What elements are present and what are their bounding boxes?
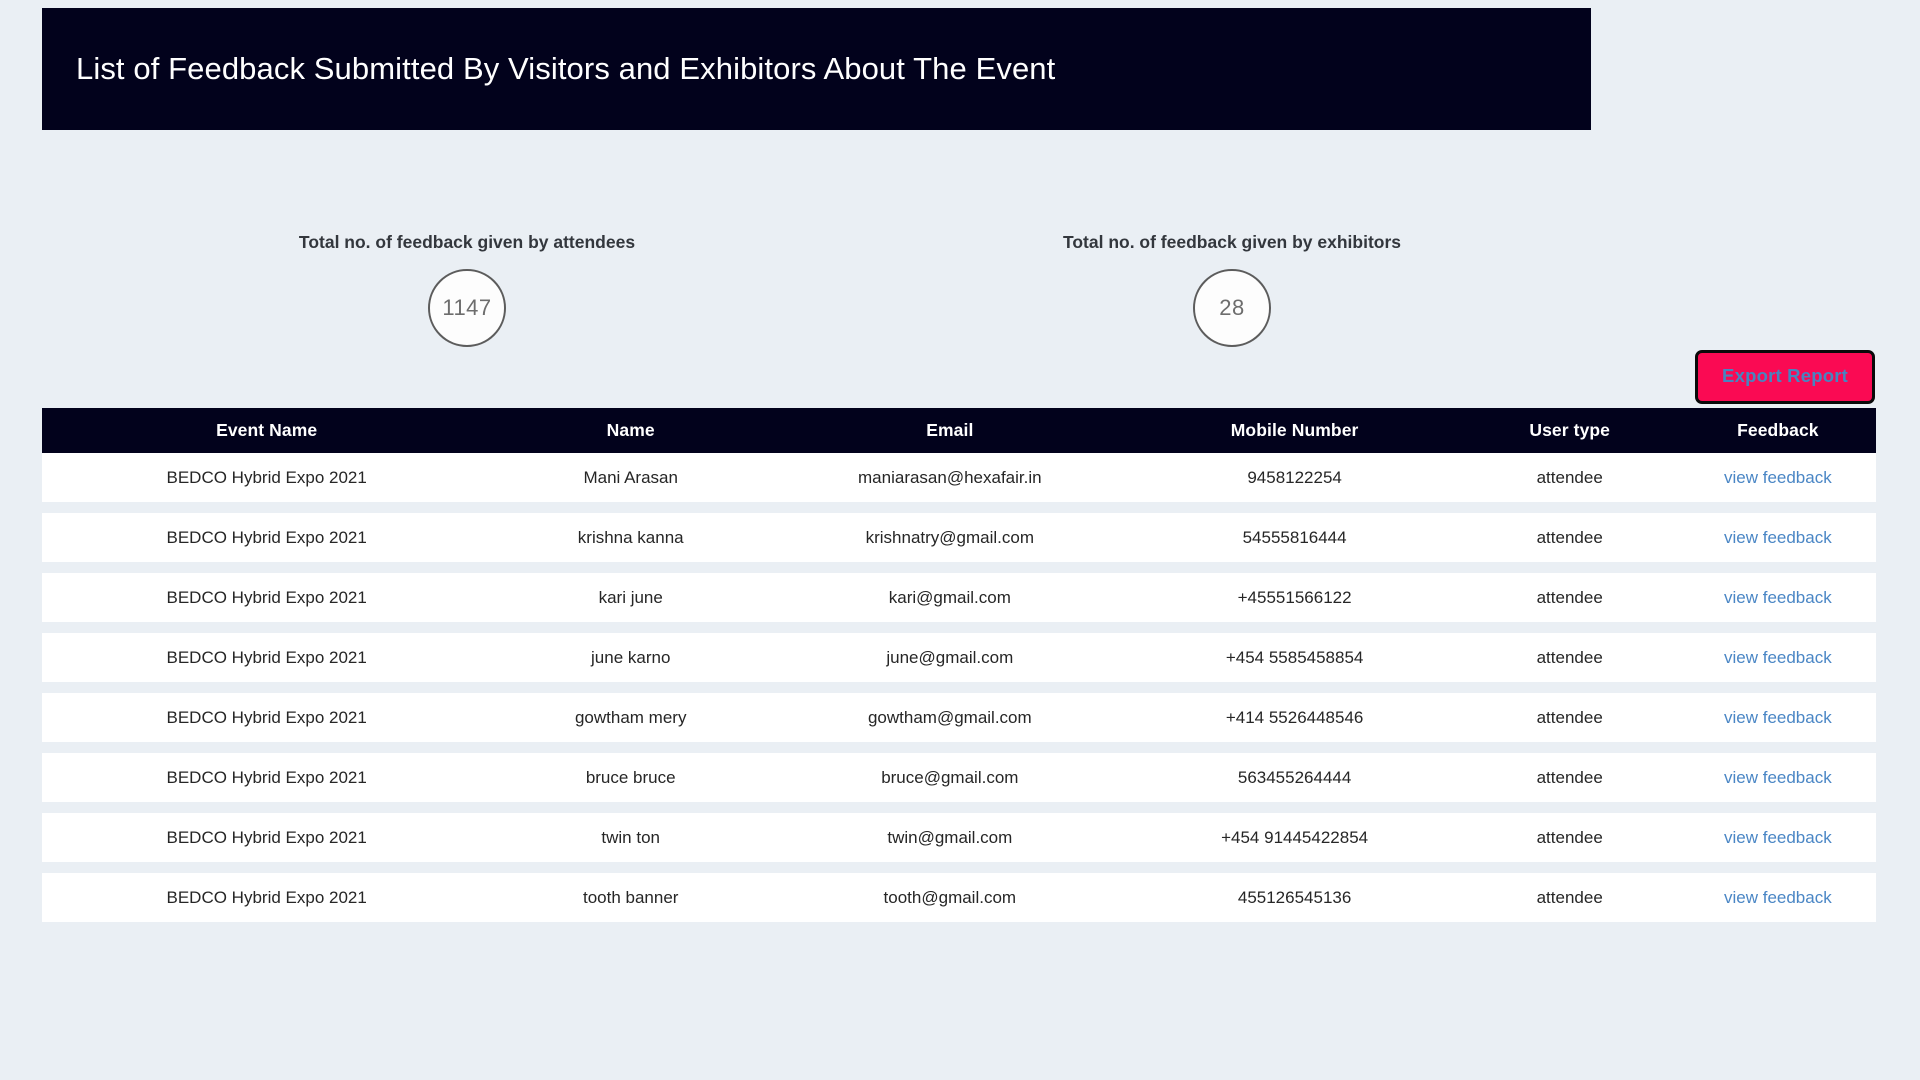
table-row: BEDCO Hybrid Expo 2021 june karno june@gma…: [42, 633, 1876, 682]
column-header-feedback: Feedback: [1737, 420, 1819, 440]
table-row: BEDCO Hybrid Expo 2021 bruce bruce bruce@g…: [42, 753, 1876, 802]
cell-user-type: attendee: [1536, 587, 1603, 607]
cell-mobile-number: 54555816444: [1242, 527, 1347, 547]
table-body: BEDCO Hybrid Expo 2021 Mani Arasan maniara…: [42, 453, 1876, 922]
table-row: BEDCO Hybrid Expo 2021 Mani Arasan maniara…: [42, 453, 1876, 502]
cell-name: kari june: [598, 587, 663, 607]
view-feedback-link[interactable]: view feedback: [1724, 888, 1832, 907]
cell-mobile-number: +454 5585458854: [1225, 647, 1364, 667]
stat-exhibitors-value-circle: 28: [1193, 269, 1271, 347]
cell-feedback: view feedback: [1680, 648, 1876, 668]
column-header-mobile-number: Mobile Number: [1230, 420, 1359, 440]
cell-email: kari@gmail.com: [888, 587, 1011, 607]
cell-event-name: BEDCO Hybrid Expo 2021: [166, 587, 367, 607]
export-toolbar: Export Report: [1695, 350, 1875, 404]
view-feedback-link[interactable]: view feedback: [1724, 828, 1832, 847]
cell-user-type: attendee: [1536, 767, 1603, 787]
table-row: BEDCO Hybrid Expo 2021 gowtham mery gowtha…: [42, 693, 1876, 742]
view-feedback-link[interactable]: view feedback: [1724, 468, 1832, 487]
cell-email: gowtham@gmail.com: [867, 707, 1032, 727]
cell-feedback: view feedback: [1680, 528, 1876, 548]
cell-name: twin ton: [601, 827, 660, 847]
cell-mobile-number: +454 91445422854: [1221, 827, 1369, 847]
cell-feedback: view feedback: [1680, 768, 1876, 788]
column-header-name: Name: [606, 420, 655, 440]
cell-mobile-number: +414 5526448546: [1225, 707, 1364, 727]
table-row: BEDCO Hybrid Expo 2021 kari june kari@gmai…: [42, 573, 1876, 622]
view-feedback-link[interactable]: view feedback: [1724, 648, 1832, 667]
cell-email: krishnatry@gmail.com: [865, 527, 1035, 547]
cell-mobile-number: 455126545136: [1237, 887, 1352, 907]
cell-user-type: attendee: [1536, 467, 1603, 487]
export-report-button[interactable]: Export Report: [1695, 350, 1875, 404]
cell-email: tooth@gmail.com: [883, 887, 1017, 907]
table-row: BEDCO Hybrid Expo 2021 twin ton twin@gmail…: [42, 813, 1876, 862]
cell-user-type: attendee: [1536, 647, 1603, 667]
cell-name: gowtham mery: [574, 707, 687, 727]
cell-email: twin@gmail.com: [887, 827, 1013, 847]
cell-event-name: BEDCO Hybrid Expo 2021: [166, 527, 367, 547]
table-header-row: Event Name Name Email Mobile Number User…: [42, 408, 1876, 453]
cell-mobile-number: 563455264444: [1237, 767, 1352, 787]
cell-user-type: attendee: [1536, 527, 1603, 547]
view-feedback-link[interactable]: view feedback: [1724, 708, 1832, 727]
stat-attendees-label: Total no. of feedback given by attendees: [298, 232, 636, 252]
cell-feedback: view feedback: [1680, 468, 1876, 488]
cell-event-name: BEDCO Hybrid Expo 2021: [166, 647, 367, 667]
cell-event-name: BEDCO Hybrid Expo 2021: [166, 767, 367, 787]
cell-name: Mani Arasan: [583, 467, 678, 487]
cell-name: krishna kanna: [577, 527, 684, 547]
feedback-table: Event Name Name Email Mobile Number User…: [42, 408, 1876, 933]
cell-mobile-number: 9458122254: [1247, 467, 1342, 487]
cell-user-type: attendee: [1536, 707, 1603, 727]
cell-mobile-number: +45551566122: [1237, 587, 1352, 607]
page-root: List of Feedback Submitted By Visitors a…: [0, 0, 1920, 1080]
stats-summary: Total no. of feedback given by attendees…: [42, 232, 1876, 352]
cell-event-name: BEDCO Hybrid Expo 2021: [166, 887, 367, 907]
stat-exhibitors-label: Total no. of feedback given by exhibitor…: [1062, 232, 1402, 252]
column-header-user-type: User type: [1529, 420, 1611, 440]
cell-name: bruce bruce: [585, 767, 676, 787]
cell-name: june karno: [591, 647, 671, 667]
cell-event-name: BEDCO Hybrid Expo 2021: [166, 467, 367, 487]
cell-event-name: BEDCO Hybrid Expo 2021: [166, 827, 367, 847]
page-title: List of Feedback Submitted By Visitors a…: [76, 51, 1056, 87]
cell-feedback: view feedback: [1680, 828, 1876, 848]
view-feedback-link[interactable]: view feedback: [1724, 588, 1832, 607]
stat-exhibitors: Total no. of feedback given by exhibitor…: [957, 232, 1507, 347]
page-header-banner: List of Feedback Submitted By Visitors a…: [42, 8, 1591, 130]
cell-name: tooth banner: [582, 887, 679, 907]
cell-feedback: view feedback: [1680, 888, 1876, 908]
cell-feedback: view feedback: [1680, 588, 1876, 608]
cell-email: maniarasan@hexafair.in: [858, 467, 1042, 487]
view-feedback-link[interactable]: view feedback: [1724, 768, 1832, 787]
table-row: BEDCO Hybrid Expo 2021 krishna kanna krish…: [42, 513, 1876, 562]
column-header-email: Email: [926, 420, 974, 440]
cell-user-type: attendee: [1536, 887, 1603, 907]
stat-attendees: Total no. of feedback given by attendees…: [192, 232, 742, 347]
stat-attendees-value-circle: 1147: [428, 269, 506, 347]
cell-event-name: BEDCO Hybrid Expo 2021: [166, 707, 367, 727]
table-row: BEDCO Hybrid Expo 2021 tooth banner tooth@…: [42, 873, 1876, 922]
cell-user-type: attendee: [1536, 827, 1603, 847]
cell-feedback: view feedback: [1680, 708, 1876, 728]
column-header-event-name: Event Name: [216, 420, 318, 440]
view-feedback-link[interactable]: view feedback: [1724, 528, 1832, 547]
cell-email: bruce@gmail.com: [881, 767, 1019, 787]
cell-email: june@gmail.com: [886, 647, 1014, 667]
